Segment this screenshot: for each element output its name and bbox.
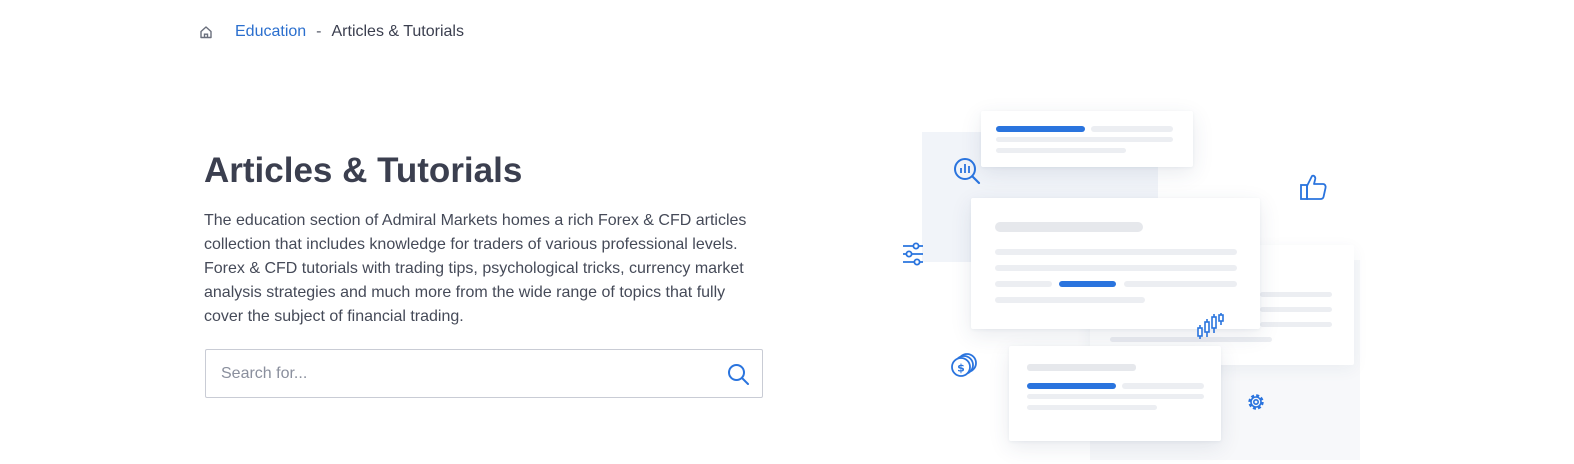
- illustration-bar: [996, 137, 1173, 142]
- home-icon[interactable]: [198, 24, 214, 40]
- illustration-bar: [995, 222, 1143, 232]
- illustration-card: [1009, 346, 1221, 441]
- illustration-bar: [1059, 281, 1116, 287]
- breadcrumb-current: Articles & Tutorials: [331, 23, 464, 40]
- breadcrumb-link-education[interactable]: Education: [235, 22, 306, 42]
- education-illustration: $: [890, 100, 1370, 464]
- illustration-bar: [1110, 337, 1272, 342]
- illustration-bar: [995, 265, 1237, 271]
- illustration-bar: [995, 281, 1052, 287]
- illustration-bar: [995, 249, 1237, 255]
- candlestick-chart-icon: [1196, 311, 1224, 341]
- search-icon[interactable]: [726, 362, 750, 386]
- illustration-bar: [1027, 405, 1157, 410]
- illustration-bar: [1122, 383, 1204, 389]
- illustration-bar: [996, 126, 1085, 132]
- search-input[interactable]: [206, 350, 721, 397]
- svg-text:$: $: [957, 362, 965, 375]
- illustration-bar: [1260, 307, 1332, 312]
- illustration-card: [981, 111, 1193, 167]
- gear-icon: [1246, 392, 1266, 412]
- illustration-card: [971, 198, 1260, 329]
- illustration-bar: [995, 297, 1145, 303]
- coins-dollar-icon: $: [949, 351, 979, 381]
- illustration-bar: [996, 148, 1126, 153]
- illustration-bar: [1260, 292, 1332, 297]
- illustration-bar: [1260, 322, 1332, 327]
- filter-sliders-icon: [902, 242, 924, 266]
- page-description: The education section of Admiral Markets…: [204, 212, 747, 325]
- illustration-bar: [1124, 281, 1237, 287]
- breadcrumb-separator: -: [316, 23, 322, 40]
- page-title: Articles & Tutorials: [204, 151, 523, 190]
- breadcrumb: Education - Articles & Tutorials: [198, 22, 464, 42]
- thumbs-up-icon: [1299, 172, 1329, 202]
- illustration-bar: [1027, 364, 1136, 371]
- illustration-bar: [1091, 126, 1173, 132]
- analytics-search-icon: [952, 156, 982, 186]
- illustration-bar: [1027, 383, 1116, 389]
- search-box: [205, 349, 763, 398]
- illustration-bar: [1027, 394, 1204, 399]
